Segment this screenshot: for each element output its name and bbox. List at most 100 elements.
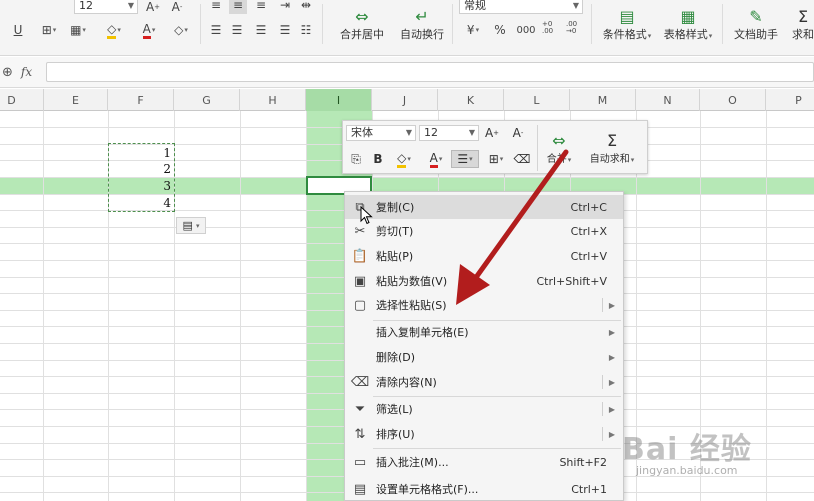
font-color-icon[interactable]: A ▾ [137, 21, 161, 39]
decrease-decimal-button[interactable]: .00 →0 [566, 19, 586, 37]
mini-align-center-icon[interactable]: ☰ ▾ [451, 150, 479, 168]
sum-button[interactable]: Σ 求和 [788, 0, 814, 44]
wrap-icon: ↵ [415, 7, 429, 26]
gridline [240, 111, 241, 501]
align-center-icon[interactable]: ☰ [229, 21, 245, 39]
mini-merge-button[interactable]: ⇔ 合并▾ [543, 125, 575, 171]
column-header-l[interactable]: L [504, 89, 570, 111]
doc-assistant-button[interactable]: ✎ 文档助手 [730, 0, 782, 44]
cell-style-icon[interactable]: ▦ ▾ [66, 21, 90, 39]
paste-special-icon: ▢ [353, 297, 367, 313]
column-header-m[interactable]: M [570, 89, 636, 111]
comment-icon: ▭ [353, 454, 367, 470]
column-header-e[interactable]: E [44, 89, 108, 111]
mini-clear-format-icon[interactable]: ⌫ [513, 150, 531, 168]
menu-item-insert-comment[interactable]: ▭ 插入批注(M)... Shift+F2 [345, 450, 623, 474]
border-icon[interactable]: ⊞ ▾ [37, 21, 61, 39]
font-size-value: 12 [79, 0, 93, 12]
copy-marquee [108, 143, 175, 212]
menu-item-sort[interactable]: ⇅ 排序(U) ▶ [345, 422, 623, 446]
mini-font-select[interactable]: 宋体 ▼ [346, 125, 416, 141]
column-header-n[interactable]: N [636, 89, 700, 111]
menu-separator [373, 448, 621, 449]
align-middle-icon[interactable]: ≡ [229, 0, 247, 14]
mini-border-icon[interactable]: ⊞ ▾ [483, 150, 509, 168]
column-header-k[interactable]: K [438, 89, 504, 111]
fill-color-icon[interactable]: ◇ ▾ [102, 21, 126, 39]
table-style-button[interactable]: ▦ 表格样式▾ [660, 0, 716, 44]
table-style-icon: ▦ [680, 7, 696, 26]
mini-font-color-icon[interactable]: A ▾ [423, 150, 449, 168]
clear-icon[interactable]: ◇ ▾ [168, 21, 194, 39]
menu-item-paste-special[interactable]: ▢ 选择性粘贴(S) ▶ [345, 293, 623, 317]
paste-values-icon: ▣ [353, 273, 367, 289]
column-header-h[interactable]: H [240, 89, 306, 111]
percent-button[interactable]: % [492, 21, 508, 39]
indent-icon[interactable]: ⇥ [277, 0, 293, 14]
mini-font-value: 宋体 [351, 126, 373, 139]
menu-item-format-cells[interactable]: ▤ 设置单元格格式(F)... Ctrl+1 [345, 477, 623, 500]
menu-item-cut[interactable]: ✂ 剪切(T) Ctrl+X [345, 219, 623, 243]
submenu-arrow-icon: ▶ [608, 352, 615, 362]
sort-icon: ⇅ [354, 426, 366, 442]
formula-input[interactable] [46, 62, 814, 82]
underline-icon[interactable]: U [10, 21, 26, 39]
number-format-select[interactable]: 常规 ▼ [459, 0, 583, 14]
formula-tools: ⊕ fx [0, 63, 44, 81]
submenu-arrow-icon: ▶ [608, 327, 615, 337]
thousands-button[interactable]: 000 [515, 21, 537, 39]
column-header-d[interactable]: D [0, 89, 44, 111]
mini-font-size-select[interactable]: 12 ▼ [419, 125, 479, 141]
menu-item-clear-contents[interactable]: ⌫ 清除内容(N) ▶ [345, 370, 623, 394]
align-left-icon[interactable]: ☰ [208, 21, 224, 39]
decrease-font-icon[interactable]: A- [168, 0, 186, 16]
autosum-icon: Σ [606, 131, 618, 150]
baidu-logo: Bai 经验 [622, 432, 752, 467]
floating-mini-toolbar: 宋体 ▼ 12 ▼ A + A- ⎘ B ◇ ▾ A ▾ ☰ ▾ ⊞ ▾ ⌫ ⇔ 合并▾ Σ … [342, 120, 648, 174]
menu-item-copy[interactable]: ⧉ 复制(C) Ctrl+C [345, 195, 623, 219]
column-header-j[interactable]: J [372, 89, 438, 111]
currency-icon[interactable]: ¥ ▾ [461, 21, 485, 39]
ribbon-font-size-select[interactable]: 12 ▼ [74, 0, 138, 14]
menu-item-insert-copied-cells[interactable]: 插入复制单元格(E) ▶ [345, 320, 623, 344]
mini-autosum-button[interactable]: Σ 自动求和▾ [583, 125, 641, 171]
menu-item-delete[interactable]: 删除(D) ▶ [345, 345, 623, 369]
column-header-g[interactable]: G [174, 89, 240, 111]
column-header-f[interactable]: F [108, 89, 174, 111]
increase-decimal-button[interactable]: +0 .00 [542, 19, 562, 37]
distribute-align-icon[interactable]: ☷ [298, 21, 314, 39]
mini-fill-color-icon[interactable]: ◇ ▾ [391, 150, 417, 168]
merge-center-button[interactable]: ⇔ 合并居中 [332, 0, 392, 44]
column-header-p[interactable]: P [766, 89, 814, 111]
ribbon-separator [591, 4, 592, 44]
justify-icon[interactable]: ☰ [277, 21, 293, 39]
column-header-i[interactable]: I [306, 89, 372, 111]
menu-item-filter[interactable]: ⏷ 筛选(L) ▶ [345, 397, 623, 421]
formula-bar: ⊕ fx [0, 57, 814, 88]
mini-bold-button[interactable]: B [369, 150, 387, 168]
paste-icon: 📋 [351, 248, 369, 264]
align-right-icon[interactable]: ☰ [253, 21, 269, 39]
paste-options-icon: ▤ [182, 219, 193, 232]
number-format-value: 常规 [464, 0, 486, 12]
fx-button[interactable]: fx [21, 65, 32, 79]
zoom-search-icon[interactable]: ⊕ [2, 65, 13, 80]
paste-options-button[interactable]: ▤ ▾ [176, 217, 206, 234]
align-bottom-icon[interactable]: ≡ [253, 0, 269, 14]
increase-font-icon[interactable]: A + [144, 0, 162, 16]
menu-item-paste-values[interactable]: ▣ 粘贴为数值(V) Ctrl+Shift+V [345, 269, 623, 293]
mini-decrease-font-icon[interactable]: A- [509, 124, 527, 142]
mini-separator [537, 125, 538, 171]
mini-format-painter-icon[interactable]: ⎘ [347, 150, 365, 168]
column-header-o[interactable]: O [700, 89, 766, 111]
conditional-format-button[interactable]: ▤ 条件格式▾ [596, 0, 658, 44]
align-top-icon[interactable]: ≡ [208, 0, 224, 14]
menu-item-paste[interactable]: 📋 粘贴(P) Ctrl+V [345, 244, 623, 268]
mini-increase-font-icon[interactable]: A + [483, 124, 501, 142]
filter-icon: ⏷ [354, 401, 366, 417]
ribbon-separator [452, 4, 453, 44]
auto-wrap-button[interactable]: ↵ 自动换行 [396, 0, 448, 44]
ribbon-separator [200, 4, 201, 44]
format-cells-icon: ▤ [353, 481, 367, 497]
distributed-icon[interactable]: ⇹ [298, 0, 314, 14]
